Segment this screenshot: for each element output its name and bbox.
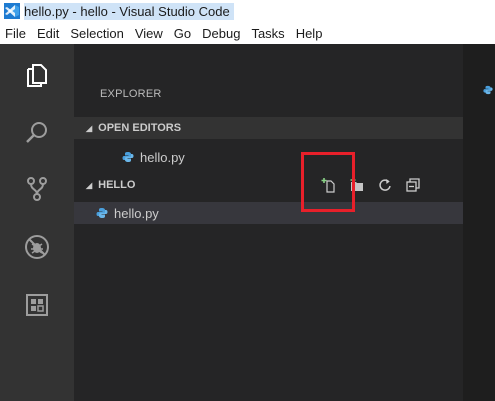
search-icon[interactable]	[0, 110, 74, 156]
extensions-icon[interactable]	[0, 282, 74, 328]
debug-icon[interactable]	[0, 224, 74, 270]
refresh-icon[interactable]	[374, 174, 396, 196]
explorer-title: EXPLORER	[100, 88, 162, 100]
section-hello-label: HELLO	[98, 179, 136, 191]
explorer-sidebar: EXPLORER ◢ OPEN EDITORS hello.py ◢ HELLO	[74, 44, 463, 401]
menu-edit[interactable]: Edit	[32, 26, 65, 41]
menu-debug[interactable]: Debug	[197, 26, 246, 41]
files-icon[interactable]	[0, 52, 74, 98]
folder-filename: hello.py	[114, 205, 159, 221]
menu-tasks[interactable]: Tasks	[246, 26, 290, 41]
window-title: hello.py - hello - Visual Studio Code	[24, 2, 234, 20]
menu-file[interactable]: File	[0, 26, 32, 41]
python-file-icon	[122, 151, 134, 163]
menu-bar: File Edit Selection View Go Debug Tasks …	[0, 22, 495, 44]
menu-help[interactable]: Help	[291, 26, 329, 41]
chevron-down-icon: ◢	[86, 180, 93, 190]
collapse-all-icon[interactable]	[402, 174, 424, 196]
section-open-editors[interactable]: ◢ OPEN EDITORS	[74, 117, 463, 139]
source-control-icon[interactable]	[0, 166, 74, 212]
menu-selection[interactable]: Selection	[65, 26, 129, 41]
vscode-logo-icon	[4, 3, 20, 19]
annotation-highlight-box	[301, 152, 355, 212]
python-file-icon	[96, 207, 108, 219]
section-open-editors-label: OPEN EDITORS	[98, 122, 182, 134]
title-bar: hello.py - hello - Visual Studio Code	[0, 0, 495, 22]
activity-bar	[0, 44, 74, 401]
python-file-icon	[483, 82, 493, 100]
open-editor-filename: hello.py	[140, 149, 185, 165]
menu-go[interactable]: Go	[169, 26, 197, 41]
menu-view[interactable]: View	[130, 26, 169, 41]
folder-file-item[interactable]: hello.py	[74, 202, 463, 224]
open-editor-item[interactable]: hello.py	[74, 146, 463, 168]
chevron-down-icon: ◢	[86, 123, 93, 133]
